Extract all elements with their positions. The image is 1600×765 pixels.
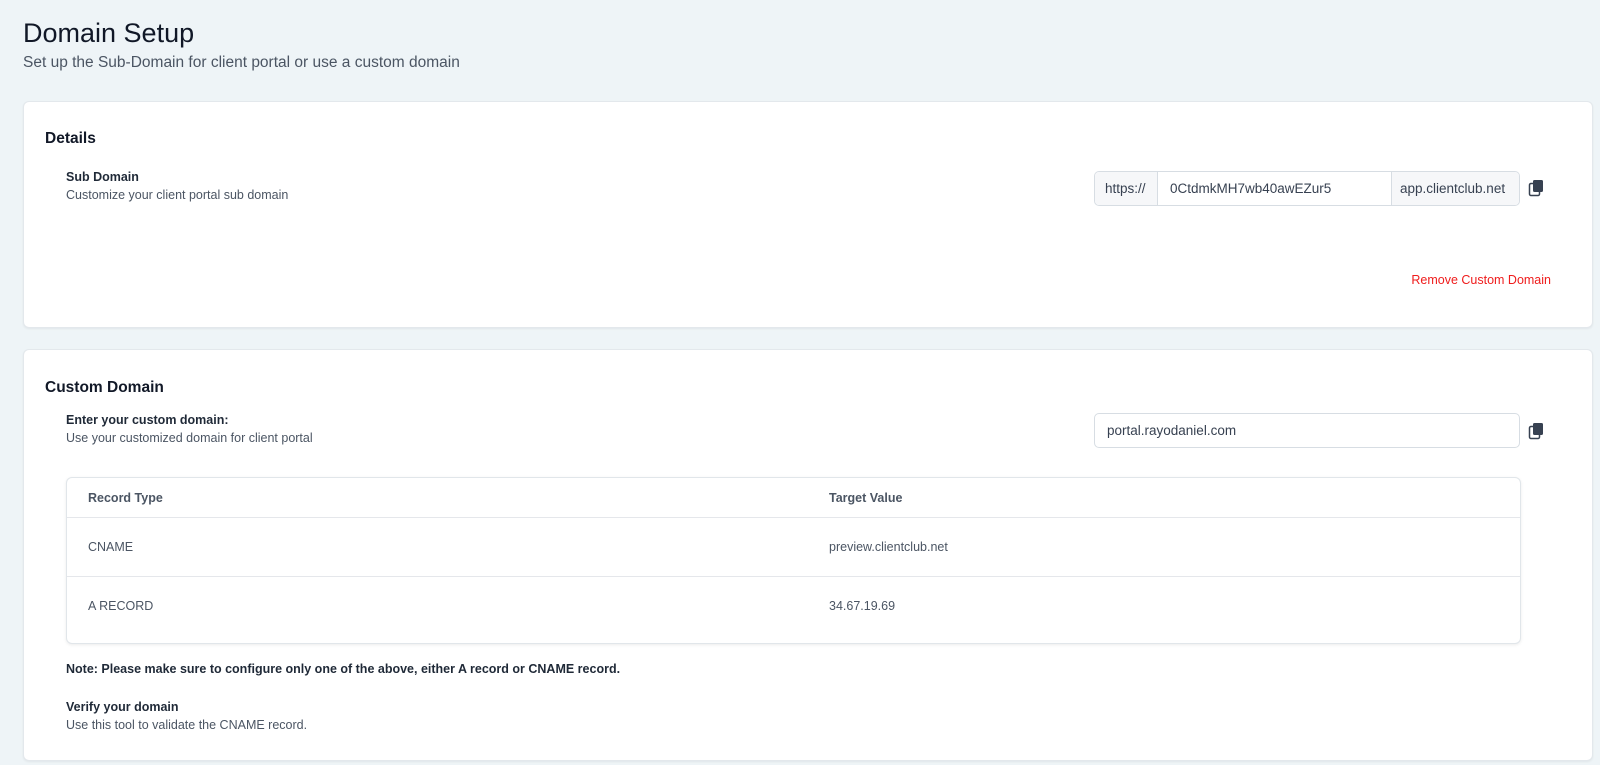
page-header: Domain Setup Set up the Sub-Domain for c…	[23, 16, 460, 74]
column-header-target-value: Target Value	[829, 490, 903, 505]
remove-custom-domain-link[interactable]: Remove Custom Domain	[1411, 273, 1551, 287]
record-type-cell: A RECORD	[88, 599, 154, 613]
sub-domain-suffix: app.clientclub.net	[1391, 172, 1519, 205]
custom-domain-help: Use your customized domain for client po…	[66, 431, 313, 445]
table-row: A RECORD 34.67.19.69	[67, 577, 1520, 635]
target-value-cell: 34.67.19.69	[829, 599, 896, 613]
sub-domain-input-group: https:// 0CtdmkMH7wb40awEZur5 app.client…	[1094, 171, 1520, 206]
copy-sub-domain-button[interactable]	[1527, 178, 1547, 198]
copy-custom-domain-button[interactable]	[1527, 421, 1547, 441]
column-header-record-type: Record Type	[88, 490, 163, 505]
page-title: Domain Setup	[23, 18, 195, 48]
record-type-cell: CNAME	[88, 540, 134, 554]
sub-domain-input[interactable]: 0CtdmkMH7wb40awEZur5	[1158, 172, 1391, 205]
verify-domain-help: Use this tool to validate the CNAME reco…	[66, 718, 308, 732]
table-row: CNAME preview.clientclub.net	[67, 518, 1520, 577]
configuration-note: Note: Please make sure to configure only…	[66, 662, 621, 676]
custom-domain-card: Custom Domain Enter your custom domain: …	[23, 349, 1593, 761]
sub-domain-prefix: https://	[1095, 172, 1158, 205]
details-card: Details Sub Domain Customize your client…	[23, 101, 1593, 328]
dns-records-table: Record Type Target Value CNAME preview.c…	[66, 477, 1521, 644]
sub-domain-help: Customize your client portal sub domain	[66, 188, 289, 202]
custom-domain-label: Enter your custom domain:	[66, 413, 229, 427]
sub-domain-label: Sub Domain	[66, 170, 139, 184]
custom-domain-title: Custom Domain	[45, 379, 164, 396]
verify-domain-label: Verify your domain	[66, 700, 179, 714]
target-value-cell: preview.clientclub.net	[829, 540, 948, 554]
copy-icon	[1528, 423, 1543, 440]
custom-domain-input[interactable]: portal.rayodaniel.com	[1094, 413, 1520, 448]
table-header: Record Type Target Value	[67, 478, 1520, 518]
page-subtitle: Set up the Sub-Domain for client portal …	[23, 54, 460, 71]
details-title: Details	[45, 130, 96, 147]
copy-icon	[1528, 180, 1543, 197]
